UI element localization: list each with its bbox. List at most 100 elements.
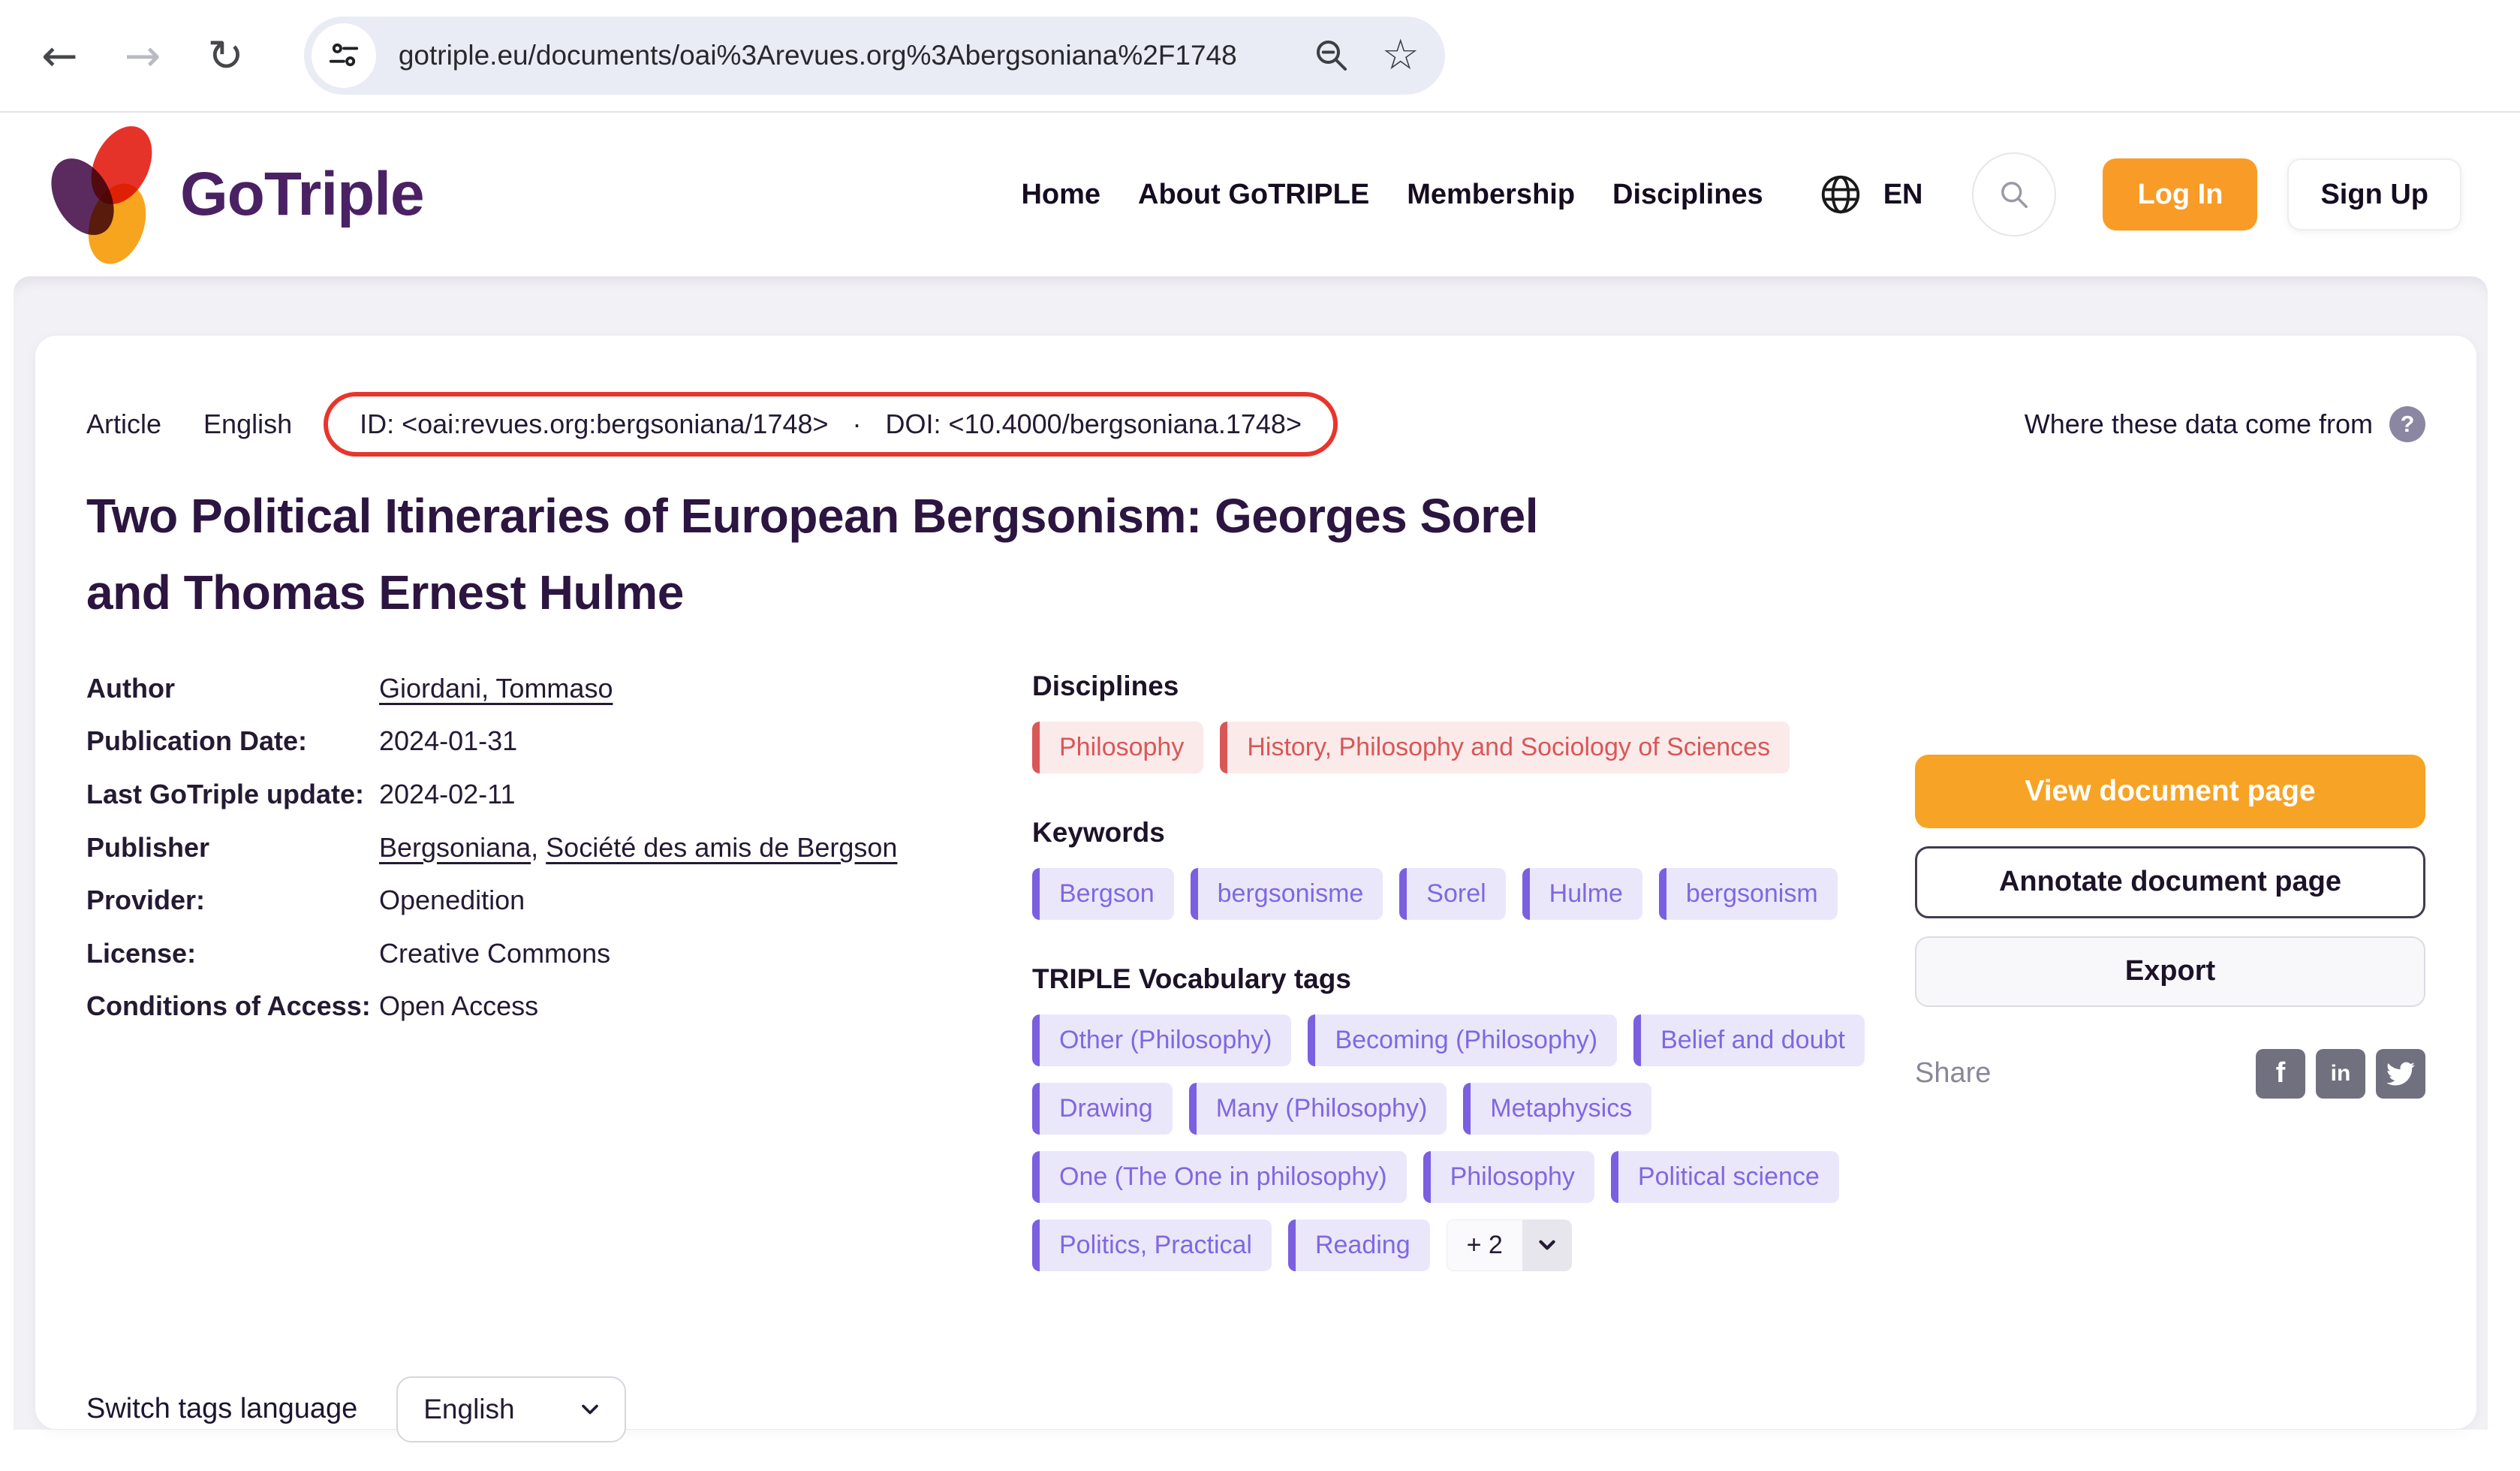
language-switcher[interactable]: EN: [1817, 171, 1923, 218]
nav-item-disciplines[interactable]: Disciplines: [1612, 179, 1763, 211]
document-meta-badges: Article English ID: <oai:revues.org:berg…: [86, 392, 2425, 457]
login-button[interactable]: Log In: [2103, 158, 2257, 231]
disciplines-tags: Philosophy History, Philosophy and Socio…: [1032, 722, 1907, 773]
globe-icon: [1817, 171, 1864, 218]
vocabulary-tag[interactable]: Belief and doubt: [1633, 1014, 1865, 1066]
nav-item-about[interactable]: About GoTRIPLE: [1138, 179, 1369, 211]
discipline-tag[interactable]: Philosophy: [1032, 722, 1203, 773]
meta-row-publication-date: Publication Date: 2024-01-31: [86, 723, 995, 760]
provider-value: Openedition: [379, 882, 525, 919]
bookmark-star-icon[interactable]: ☆: [1382, 35, 1420, 77]
chevron-down-icon: [577, 1396, 604, 1423]
vocabulary-heading: TRIPLE Vocabulary tags: [1032, 963, 1907, 995]
last-update-label: Last GoTriple update:: [86, 776, 379, 813]
vocabulary-tag[interactable]: Drawing: [1032, 1083, 1173, 1135]
main-nav: Home About GoTRIPLE Membership Disciplin…: [1021, 179, 1763, 211]
vocabulary-tag[interactable]: Reading: [1288, 1219, 1430, 1271]
publisher-separator: ,: [531, 832, 546, 863]
discipline-tag[interactable]: History, Philosophy and Sociology of Sci…: [1220, 722, 1790, 773]
meta-row-access: Conditions of Access: Open Access: [86, 988, 995, 1025]
page-title: Two Political Itineraries of European Be…: [86, 478, 1618, 632]
data-provenance-link[interactable]: Where these data come from ?: [2025, 406, 2425, 442]
actions-column: View document page Annotate document pag…: [1915, 671, 2425, 1271]
id-doi-annotation-highlight: ID: <oai:revues.org:bergsoniana/1748> · …: [324, 392, 1338, 457]
vocabulary-tag[interactable]: Many (Philosophy): [1189, 1083, 1447, 1135]
author-label: Author: [86, 671, 379, 707]
more-tags-count[interactable]: + 2: [1447, 1219, 1522, 1271]
keyword-tag[interactable]: bergsonisme: [1191, 868, 1383, 920]
keyword-tag[interactable]: Hulme: [1522, 868, 1642, 920]
id-doi-separator: ·: [853, 408, 862, 440]
url-text[interactable]: gotriple.eu/documents/oai%3Arevues.org%3…: [399, 40, 1296, 71]
keyword-tag[interactable]: Sorel: [1399, 868, 1505, 920]
vocabulary-tag[interactable]: One (The One in philosophy): [1032, 1151, 1407, 1203]
keywords-tags: Bergson bergsonisme Sorel Hulme bergsoni…: [1032, 868, 1907, 920]
gotriple-logo[interactable]: GoTriple: [54, 122, 424, 267]
document-doi: DOI: <10.4000/bergsoniana.1748>: [886, 408, 1302, 440]
chevron-down-icon[interactable]: [1522, 1219, 1572, 1271]
publisher-label: Publisher: [86, 830, 379, 867]
forward-icon[interactable]: →: [125, 34, 161, 77]
tags-language-select[interactable]: English: [396, 1376, 626, 1442]
publication-date-value: 2024-01-31: [379, 723, 517, 760]
page-background-band: Article English ID: <oai:revues.org:berg…: [14, 276, 2488, 1430]
license-value: Creative Commons: [379, 936, 610, 972]
provider-label: Provider:: [86, 882, 379, 919]
tags-column: Disciplines Philosophy History, Philosop…: [1032, 671, 1907, 1271]
data-provenance-label[interactable]: Where these data come from: [2025, 408, 2373, 440]
gotriple-flower-icon: [54, 122, 168, 267]
tags-language-value: English: [423, 1394, 577, 1425]
publication-date-label: Publication Date:: [86, 723, 379, 760]
license-label: License:: [86, 936, 379, 972]
publisher-link-2[interactable]: Société des amis de Bergson: [546, 832, 897, 863]
export-button[interactable]: Export: [1915, 936, 2425, 1007]
meta-row-provider: Provider: Openedition: [86, 882, 995, 919]
zoom-out-icon[interactable]: [1311, 35, 1352, 76]
language-code[interactable]: EN: [1883, 179, 1923, 211]
search-icon: [1995, 175, 2034, 214]
site-settings-icon[interactable]: [312, 23, 376, 88]
vocabulary-tag[interactable]: Philosophy: [1423, 1151, 1594, 1203]
meta-row-author: Author Giordani, Tommaso: [86, 671, 995, 707]
keyword-tag[interactable]: bergsonism: [1659, 868, 1838, 920]
publisher-link-1[interactable]: Bergsoniana: [379, 832, 531, 863]
facebook-share-icon[interactable]: f: [2256, 1049, 2305, 1099]
document-card: Article English ID: <oai:revues.org:berg…: [35, 336, 2476, 1429]
metadata-column: Author Giordani, Tommaso Publication Dat…: [86, 671, 995, 1271]
access-label: Conditions of Access:: [86, 988, 379, 1025]
signup-button[interactable]: Sign Up: [2287, 158, 2461, 231]
nav-item-home[interactable]: Home: [1021, 179, 1100, 211]
view-document-button[interactable]: View document page: [1915, 755, 2425, 828]
search-button[interactable]: [1972, 152, 2056, 237]
vocabulary-tag[interactable]: Becoming (Philosophy): [1308, 1014, 1617, 1066]
site-header: GoTriple Home About GoTRIPLE Membership …: [0, 113, 2520, 276]
help-icon[interactable]: ?: [2389, 406, 2425, 442]
linkedin-share-icon[interactable]: in: [2316, 1049, 2365, 1099]
last-update-value: 2024-02-11: [379, 776, 515, 813]
browser-toolbar: ← → ↻ gotriple.eu/documents/oai%3Arevues…: [0, 0, 2520, 113]
keywords-heading: Keywords: [1032, 817, 1907, 849]
vocabulary-tag[interactable]: Political science: [1611, 1151, 1839, 1203]
meta-row-last-update: Last GoTriple update: 2024-02-11: [86, 776, 995, 813]
vocabulary-tags: Other (Philosophy) Becoming (Philosophy)…: [1032, 1014, 1907, 1271]
twitter-share-icon[interactable]: [2376, 1049, 2425, 1099]
vocabulary-tag[interactable]: Politics, Practical: [1032, 1219, 1272, 1271]
vocabulary-tag[interactable]: Other (Philosophy): [1032, 1014, 1291, 1066]
disciplines-heading: Disciplines: [1032, 671, 1907, 702]
keyword-tag[interactable]: Bergson: [1032, 868, 1174, 920]
tags-language-row: Switch tags language English: [86, 1376, 2425, 1442]
vocabulary-tag[interactable]: Metaphysics: [1463, 1083, 1651, 1135]
logo-text: GoTriple: [180, 159, 424, 230]
document-language-badge: English: [203, 408, 292, 440]
meta-row-publisher: Publisher Bergsoniana, Société des amis …: [86, 830, 995, 867]
reload-icon[interactable]: ↻: [207, 34, 244, 77]
nav-item-membership[interactable]: Membership: [1407, 179, 1575, 211]
address-bar[interactable]: gotriple.eu/documents/oai%3Arevues.org%3…: [304, 17, 1445, 95]
share-label: Share: [1915, 1057, 1991, 1090]
access-value: Open Access: [379, 988, 538, 1025]
annotate-document-button[interactable]: Annotate document page: [1915, 846, 2425, 918]
tags-language-label: Switch tags language: [86, 1393, 357, 1425]
back-icon[interactable]: ←: [41, 34, 78, 77]
author-link[interactable]: Giordani, Tommaso: [379, 673, 613, 704]
show-more-tags-button[interactable]: + 2: [1447, 1219, 1572, 1271]
